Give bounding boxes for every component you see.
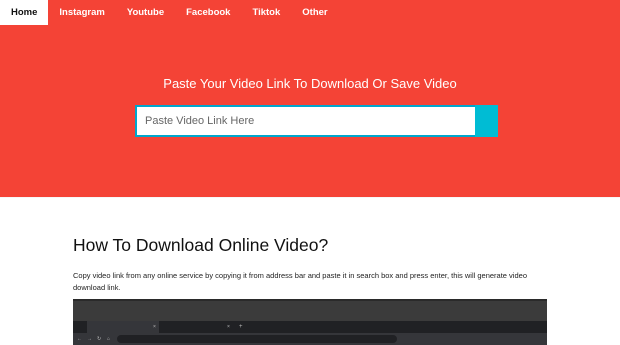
screenshot-tab — [161, 321, 233, 333]
reload-icon: ↻ — [97, 336, 102, 342]
video-link-input[interactable] — [135, 105, 475, 137]
instructions-text: Copy video link from any online service … — [73, 271, 527, 292]
search-button[interactable] — [475, 105, 498, 137]
hero-section: Paste Your Video Link To Download Or Sav… — [0, 25, 620, 197]
hero-heading: Paste Your Video Link To Download Or Sav… — [163, 76, 457, 91]
nav-item-youtube[interactable]: Youtube — [116, 0, 175, 25]
nav-item-facebook[interactable]: Facebook — [175, 0, 241, 25]
top-nav: Home Instagram Youtube Facebook Tiktok O… — [0, 0, 620, 25]
nav-item-tiktok[interactable]: Tiktok — [241, 0, 291, 25]
nav-item-home[interactable]: Home — [0, 0, 49, 25]
screenshot-tab-bar: × × + — [73, 321, 547, 333]
nav-item-instagram[interactable]: Instagram — [48, 0, 115, 25]
close-icon: × — [153, 324, 156, 330]
screenshot-tab — [87, 321, 159, 333]
screenshot-url-field — [117, 335, 397, 343]
section-divider — [0, 197, 620, 198]
tutorial-screenshot: × × + ← → ↻ ⌂ — [73, 299, 547, 345]
home-icon: ⌂ — [107, 336, 111, 342]
search-form — [135, 105, 498, 137]
screenshot-address-bar: ← → ↻ ⌂ — [73, 333, 547, 345]
plus-icon: + — [239, 324, 243, 330]
close-icon: × — [227, 324, 230, 330]
forward-arrow-icon: → — [87, 336, 92, 342]
nav-item-other[interactable]: Other — [291, 0, 338, 25]
page-title: How To Download Online Video? — [73, 235, 329, 255]
back-arrow-icon: ← — [77, 336, 82, 342]
